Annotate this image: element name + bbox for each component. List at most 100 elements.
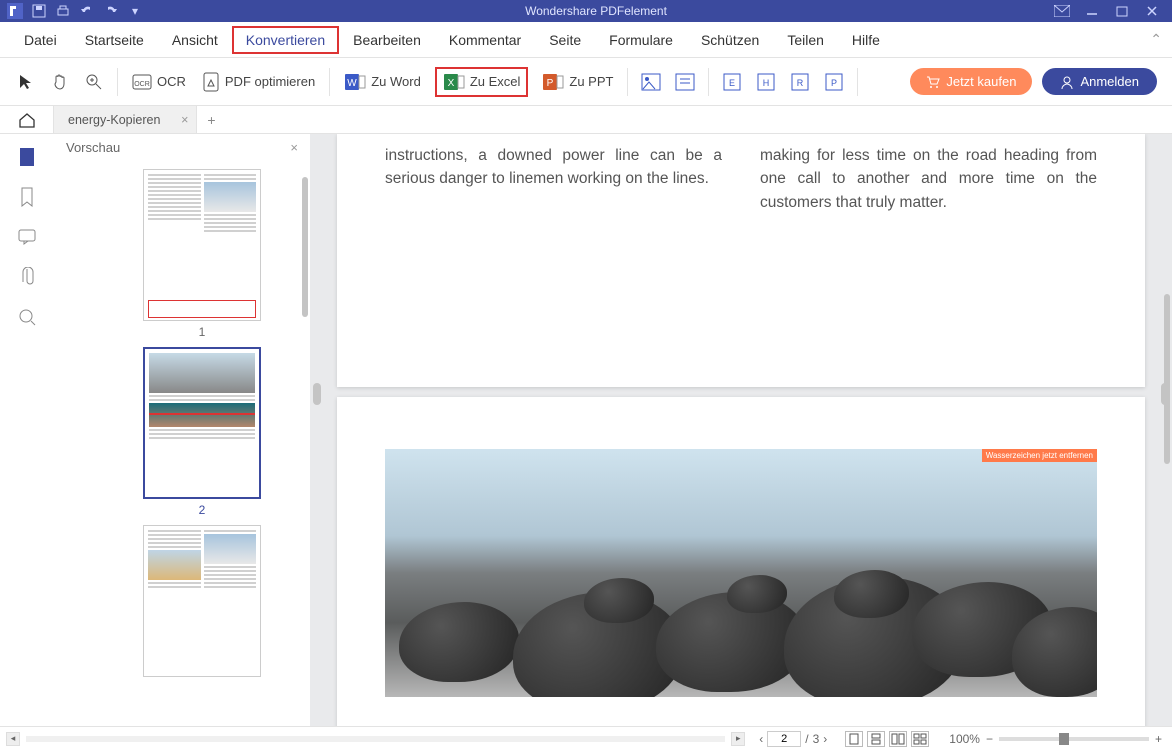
view-continuous-icon[interactable] [867, 731, 885, 747]
zoom-slider[interactable] [999, 737, 1149, 741]
new-tab-button[interactable]: + [197, 112, 225, 128]
comments-panel-icon[interactable] [16, 226, 38, 248]
close-icon[interactable] [1138, 2, 1166, 20]
menu-comment[interactable]: Kommentar [435, 26, 535, 54]
hero-image: Wasserzeichen jetzt entfernen [385, 449, 1097, 697]
svg-text:OCR: OCR [134, 81, 150, 88]
to-text-icon[interactable] [674, 71, 696, 93]
save-icon[interactable] [30, 2, 48, 20]
zoom-tool-icon[interactable] [83, 71, 105, 93]
ppt-icon: P [542, 72, 564, 92]
undo-icon[interactable] [78, 2, 96, 20]
login-label: Anmelden [1080, 74, 1139, 89]
close-tab-icon[interactable]: × [181, 113, 188, 127]
svg-text:H: H [763, 78, 770, 88]
print-icon[interactable] [54, 2, 72, 20]
optimize-icon [202, 72, 220, 92]
search-panel-icon[interactable] [16, 306, 38, 328]
doc-tab[interactable]: energy-Kopieren × [54, 106, 197, 133]
hand-tool-icon[interactable] [49, 71, 71, 93]
page-next-icon[interactable]: › [823, 732, 827, 746]
ocr-icon: OCR [132, 73, 152, 91]
sidepanel-close-icon[interactable]: × [290, 140, 298, 155]
page-thumbnail-3[interactable] [143, 525, 261, 677]
buy-now-button[interactable]: Jetzt kaufen [910, 68, 1032, 95]
view-two-page-icon[interactable] [889, 731, 907, 747]
to-excel-label: Zu Excel [470, 74, 521, 89]
maximize-icon[interactable] [1108, 2, 1136, 20]
menu-file[interactable]: Datei [10, 26, 71, 54]
to-ppt-label: Zu PPT [569, 74, 613, 89]
menu-protect[interactable]: Schützen [687, 26, 773, 54]
to-rtf-icon[interactable]: R [789, 71, 811, 93]
doc-text-top-right: making for less time on the road heading… [760, 144, 1097, 351]
ocr-label: OCR [157, 74, 186, 89]
menu-start[interactable]: Startseite [71, 26, 158, 54]
watermark-badge[interactable]: Wasserzeichen jetzt entfernen [982, 449, 1097, 462]
view-single-icon[interactable] [845, 731, 863, 747]
to-ppt-button[interactable]: P Zu PPT [540, 68, 615, 96]
app-title: Wondershare PDFelement [144, 4, 1048, 18]
excel-icon: X [443, 72, 465, 92]
zoom-in-icon[interactable]: + [1155, 732, 1162, 746]
hscroll-right-icon[interactable]: ▸ [731, 732, 745, 746]
bookmarks-panel-icon[interactable] [16, 186, 38, 208]
menu-convert[interactable]: Konvertieren [232, 26, 339, 54]
ocr-button[interactable]: OCR OCR [130, 69, 188, 95]
thumbnails-panel-icon[interactable] [16, 146, 38, 168]
svg-text:E: E [729, 78, 735, 88]
menu-view[interactable]: Ansicht [158, 26, 232, 54]
menu-edit[interactable]: Bearbeiten [339, 26, 435, 54]
login-button[interactable]: Anmelden [1042, 68, 1157, 95]
to-image-icon[interactable] [640, 71, 662, 93]
cart-icon [926, 75, 940, 89]
home-tab[interactable] [0, 106, 54, 133]
page-thumbnail-1[interactable] [143, 169, 261, 321]
word-icon: W [344, 72, 366, 92]
svg-text:P: P [547, 78, 554, 89]
thumbnails-scrollbar[interactable] [302, 177, 308, 317]
to-pdfa-icon[interactable]: P [823, 71, 845, 93]
doc-tab-label: energy-Kopieren [68, 113, 160, 127]
app-logo-icon [6, 2, 24, 20]
to-word-label: Zu Word [371, 74, 421, 89]
to-word-button[interactable]: W Zu Word [342, 68, 423, 96]
attachments-panel-icon[interactable] [16, 266, 38, 288]
fit-left-handle[interactable] [313, 383, 321, 405]
menu-share[interactable]: Teilen [773, 26, 838, 54]
page-thumbnail-2[interactable] [143, 347, 261, 499]
thumb-num-2: 2 [199, 503, 206, 517]
svg-text:R: R [797, 78, 804, 88]
doc-text-top-left: instructions, a downed power line can be… [385, 144, 722, 351]
page-total: 3 [813, 732, 820, 746]
menu-page[interactable]: Seite [535, 26, 595, 54]
svg-text:W: W [347, 78, 357, 89]
hscroll-track[interactable] [26, 736, 725, 742]
mail-icon[interactable] [1048, 2, 1076, 20]
hscroll-left-icon[interactable]: ◂ [6, 732, 20, 746]
page-separator: / [805, 732, 808, 746]
thumb-num-1: 1 [199, 325, 206, 339]
page-prev-icon[interactable]: ‹ [759, 732, 763, 746]
quick-dropdown-icon[interactable]: ▾ [126, 2, 144, 20]
page-current-input[interactable] [767, 731, 801, 747]
to-excel-button[interactable]: X Zu Excel [435, 67, 529, 97]
user-icon [1060, 75, 1074, 89]
select-tool-icon[interactable] [15, 71, 37, 93]
to-html-icon[interactable]: H [755, 71, 777, 93]
buy-label: Jetzt kaufen [946, 74, 1016, 89]
menu-help[interactable]: Hilfe [838, 26, 894, 54]
view-grid-icon[interactable] [911, 731, 929, 747]
sidepanel-title: Vorschau [66, 140, 120, 155]
to-epub-icon[interactable]: E [721, 71, 743, 93]
redo-icon[interactable] [102, 2, 120, 20]
zoom-out-icon[interactable]: − [986, 732, 993, 746]
svg-text:P: P [831, 78, 837, 88]
svg-text:X: X [447, 78, 454, 89]
menu-forms[interactable]: Formulare [595, 26, 687, 54]
optimize-label: PDF optimieren [225, 74, 315, 89]
minimize-icon[interactable] [1078, 2, 1106, 20]
doc-vscrollbar[interactable] [1164, 294, 1170, 464]
optimize-button[interactable]: PDF optimieren [200, 68, 317, 96]
collapse-ribbon-icon[interactable]: ⌃ [1150, 31, 1162, 48]
